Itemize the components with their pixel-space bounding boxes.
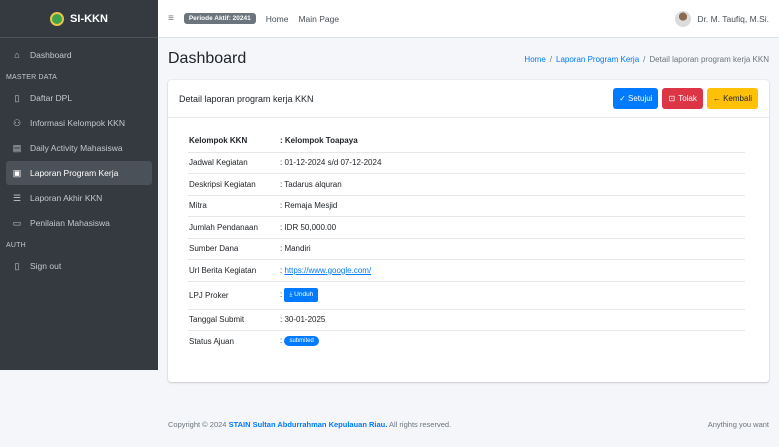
- table-row: Jadwal Kegiatan : 01-12-2024 s/d 07-12-2…: [188, 151, 745, 174]
- topbar: ≡ Periode Aktif: 20241 Home Main Page Dr…: [158, 0, 779, 38]
- breadcrumb-current: Detail laporan program kerja KKN: [649, 54, 769, 64]
- row-label: Kelompok KKN: [189, 136, 248, 146]
- breadcrumb: Home / Laporan Program Kerja / Detail lapora…: [524, 54, 769, 64]
- table-row: Jumlah Pendanaan : IDR 50,000.00: [188, 216, 745, 238]
- sidebar-item-laporan-akhir[interactable]: ☰ Laporan Akhir KKN: [6, 186, 152, 210]
- row-value: : https://www.google.com/: [280, 265, 372, 275]
- avatar: [675, 10, 692, 27]
- row-value: : Mandiri: [280, 244, 311, 254]
- sidebar-item-label: Daftar DPL: [30, 93, 73, 103]
- table-row: LPJ Proker : ⤓ Unduh: [188, 280, 745, 309]
- brand-logo: [50, 11, 65, 26]
- users-icon: ⚇: [12, 117, 22, 128]
- periode-badge: Periode Aktif: 20241: [183, 13, 256, 24]
- card-title: Detail laporan program kerja KKN: [179, 93, 314, 104]
- row-value: : 01-12-2024 s/d 07-12-2024: [280, 158, 382, 168]
- sidebar-item-dashboard[interactable]: ⌂ Dashboard: [6, 43, 152, 67]
- approve-button[interactable]: ✓ Setujui: [613, 88, 659, 109]
- sidebar-item-label: Dashboard: [30, 50, 72, 60]
- footer-org-link[interactable]: STAIN Sultan Abdurrahman Kepulauan Riau.: [229, 420, 388, 429]
- card-header: Detail laporan program kerja KKN ✓ Setuj…: [168, 80, 769, 118]
- row-value: : submited: [280, 336, 319, 347]
- action-buttons: ✓ Setujui ⊡ Tolak ← Kembali: [613, 88, 758, 109]
- nav-link-home[interactable]: Home: [266, 14, 289, 24]
- row-label: Jadwal Kegiatan: [189, 158, 248, 168]
- main-content: Dashboard Home / Laporan Program Kerja / Det…: [158, 38, 779, 408]
- reject-icon: ⊡: [668, 94, 676, 103]
- footer: Copyright © 2024 STAIN Sultan Abdurrahma…: [158, 420, 779, 429]
- brand[interactable]: SI-KKN: [0, 0, 158, 38]
- row-value: : Remaja Mesjid: [280, 201, 338, 211]
- footer-prefix: Copyright © 2024: [168, 420, 227, 429]
- file-icon: ▣: [12, 167, 22, 178]
- footer-suffix: All rights reserved.: [389, 420, 452, 429]
- brand-name: SI-KKN: [70, 12, 108, 25]
- user-name: Dr. M. Taufiq, M.Si.: [697, 13, 769, 24]
- table-row: Tanggal Submit : 30-01-2025: [188, 308, 745, 331]
- sidebar-item-penilaian[interactable]: ▭ Penilaian Mahasiswa: [6, 211, 152, 235]
- clipboard-icon: ▭: [12, 217, 22, 228]
- sidebar-item-label: Daily Activity Mahasiswa: [30, 143, 123, 153]
- row-value: : ⤓ Unduh: [280, 288, 319, 302]
- download-icon: ⤓: [289, 291, 293, 298]
- row-label: Status Ajuan: [189, 336, 234, 346]
- sidebar-item-label: Laporan Akhir KKN: [30, 193, 103, 203]
- table-row: Sumber Dana : Mandiri: [188, 237, 745, 260]
- row-value: : IDR 50,000.00: [280, 222, 337, 232]
- download-label: Unduh: [294, 291, 314, 298]
- table-row: Status Ajuan : submited: [188, 330, 745, 352]
- table-row: Url Berita Kegiatan : https://www.google…: [188, 259, 745, 281]
- row-label: Sumber Dana: [189, 244, 239, 254]
- berita-url-link[interactable]: https://www.google.com/: [284, 266, 371, 275]
- row-value: : 30-01-2025: [280, 315, 326, 325]
- user-menu[interactable]: Dr. M. Taufiq, M.Si.: [675, 10, 769, 27]
- sidebar: SI-KKN ⌂ Dashboard MASTER DATA ▯ Daftar …: [0, 0, 158, 370]
- sidebar-item-informasi-kelompok[interactable]: ⚇ Informasi Kelompok KKN: [6, 111, 152, 135]
- sidebar-item-label: Sign out: [30, 261, 62, 271]
- footer-copyright: Copyright © 2024 STAIN Sultan Abdurrahma…: [168, 420, 451, 429]
- calendar-icon: ▤: [12, 142, 22, 153]
- row-value: : Kelompok Toapaya: [280, 136, 358, 146]
- sidebar-item-daily-activity[interactable]: ▤ Daily Activity Mahasiswa: [6, 136, 152, 160]
- table-row: Kelompok KKN : Kelompok Toapaya: [188, 130, 745, 152]
- status-badge: submited: [284, 336, 319, 347]
- nav-header-master-data: MASTER DATA: [6, 74, 57, 81]
- sidebar-item-daftar-dpl[interactable]: ▯ Daftar DPL: [6, 86, 152, 110]
- home-icon: ⌂: [14, 50, 20, 60]
- table-row: Mitra : Remaja Mesjid: [188, 194, 745, 217]
- row-label: Url Berita Kegiatan: [189, 265, 257, 275]
- row-label: LPJ Proker: [189, 290, 229, 300]
- sidebar-item-label: Penilaian Mahasiswa: [30, 218, 110, 228]
- reject-label: Tolak: [678, 94, 697, 103]
- nav-link-main-page[interactable]: Main Page: [298, 14, 339, 24]
- page-title: Dashboard: [168, 50, 247, 67]
- sidebar-item-label: Laporan Program Kerja: [30, 168, 119, 178]
- list-icon: ☰: [12, 192, 22, 203]
- document-icon: ▯: [14, 92, 20, 103]
- sidebar-item-sign-out[interactable]: ▯ Sign out: [6, 254, 152, 278]
- detail-table: Kelompok KKN : Kelompok Toapaya Jadwal K…: [168, 118, 769, 352]
- sidebar-nav: ⌂ Dashboard MASTER DATA ▯ Daftar DPL ⚇ I…: [0, 38, 158, 283]
- row-label: Deskripsi Kegiatan: [189, 179, 256, 189]
- logout-icon: ▯: [14, 260, 20, 271]
- row-label: Tanggal Submit: [189, 315, 245, 325]
- footer-right-text: Anything you want: [707, 420, 769, 429]
- download-button[interactable]: ⤓ Unduh: [284, 288, 319, 302]
- content-header: Dashboard Home / Laporan Program Kerja / Det…: [168, 38, 769, 80]
- breadcrumb-laporan[interactable]: Laporan Program Kerja: [556, 55, 639, 64]
- table-row: Deskripsi Kegiatan : Tadarus alquran: [188, 173, 745, 195]
- reject-button[interactable]: ⊡ Tolak: [662, 88, 703, 109]
- row-label: Mitra: [189, 201, 207, 211]
- sidebar-item-laporan-program-kerja[interactable]: ▣ Laporan Program Kerja: [6, 161, 152, 185]
- row-value: : Tadarus alquran: [280, 179, 342, 189]
- sidebar-item-label: Informasi Kelompok KKN: [30, 118, 125, 128]
- detail-card: Detail laporan program kerja KKN ✓ Setuj…: [168, 80, 769, 382]
- back-button[interactable]: ← Kembali: [706, 88, 758, 109]
- menu-toggle-icon[interactable]: ≡: [168, 13, 174, 24]
- breadcrumb-home[interactable]: Home: [524, 55, 545, 64]
- nav-header-auth: AUTH: [6, 242, 26, 249]
- row-label: Jumlah Pendanaan: [189, 222, 258, 232]
